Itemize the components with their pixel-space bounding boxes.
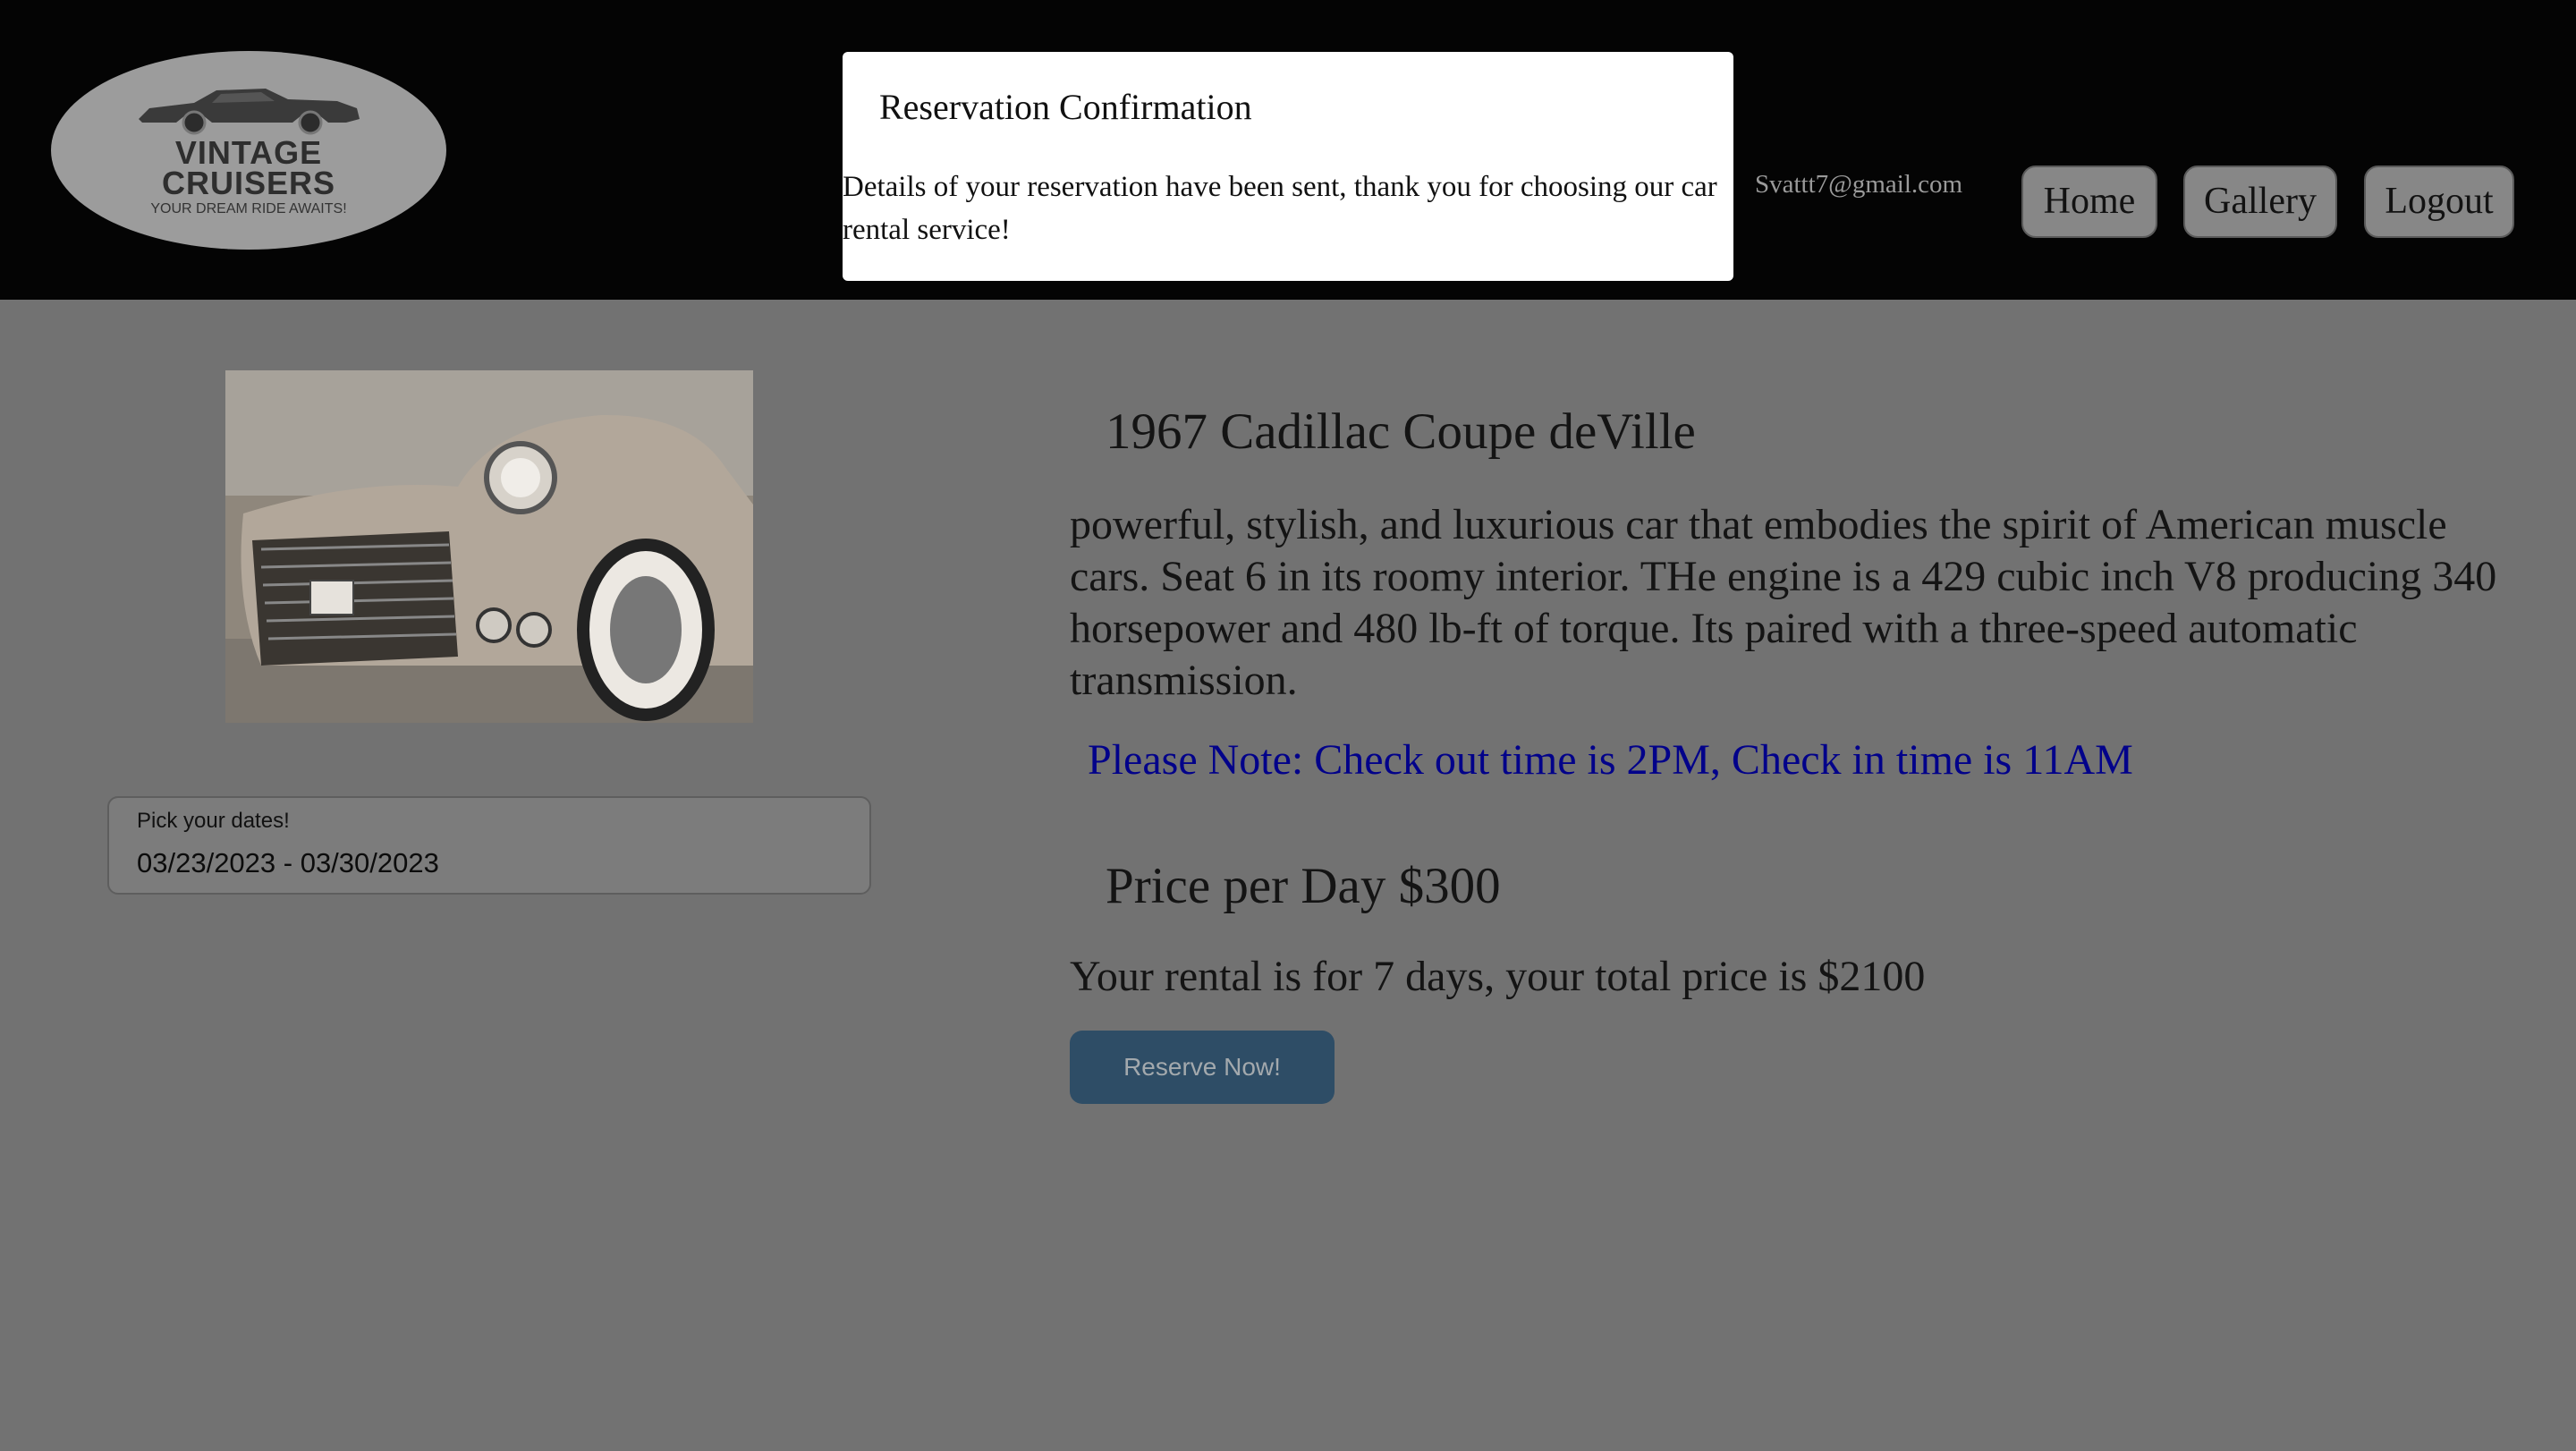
car-title: 1967 Cadillac Coupe deVille [1106,403,1696,460]
car-description: powerful, stylish, and luxurious car tha… [1070,501,2497,704]
nav-gallery-button[interactable]: Gallery [2183,165,2337,238]
date-picker-label: Pick your dates! [137,809,290,833]
modal-title: Reservation Confirmation [879,87,1252,127]
cadillac-photo-icon [225,370,753,723]
logo-tagline: YOUR DREAM RIDE AWAITS! [150,201,347,216]
modal-body: Details of your reservation have been se… [843,171,1717,246]
nav-home-button[interactable]: Home [2021,165,2157,238]
reserve-now-button[interactable]: Reserve Now! [1070,1031,1335,1104]
date-range-picker[interactable]: Pick your dates! 03/23/2023 - 03/30/2023 [107,796,871,895]
date-range-input[interactable]: 03/23/2023 - 03/30/2023 [137,847,439,879]
car-photo [225,370,753,723]
rental-summary: Your rental is for 7 days, your total pr… [1070,953,1926,1000]
user-email: Svattt7@gmail.com [1755,170,1963,199]
vintage-car-logo-icon [139,89,360,135]
checkout-note: Please Note: Check out time is 2PM, Chec… [1088,736,2133,784]
logo-line-2: CRUISERS [161,165,336,201]
reservation-confirmation-modal: Reservation Confirmation Details of your… [843,52,1733,281]
nav-logout-button[interactable]: Logout [2364,165,2514,238]
site-logo[interactable]: VINTAGE CRUISERS YOUR DREAM RIDE AWAITS! [51,51,446,250]
price-per-day: Price per Day $300 [1106,858,1501,914]
